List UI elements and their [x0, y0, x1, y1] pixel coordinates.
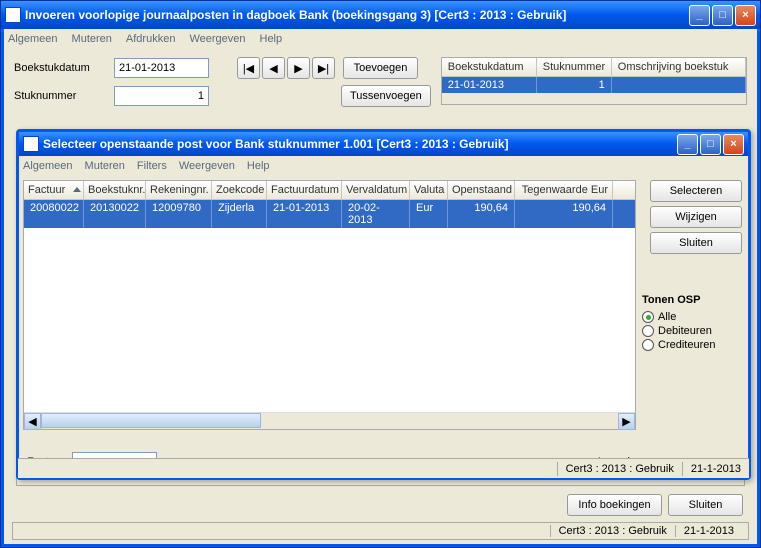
modal-menu-help[interactable]: Help [247, 160, 270, 172]
nav-prev-button[interactable]: ◀ [262, 57, 285, 79]
col-omschrijving[interactable]: Omschrijving boekstuk [612, 58, 746, 76]
col-vervaldatum[interactable]: Vervaldatum [342, 181, 410, 199]
col-stuknummer[interactable]: Stuknummer [537, 58, 612, 76]
modal-sluiten-button[interactable]: Sluiten [650, 232, 742, 254]
modal-statusbar: Cert3 : 2013 : Gebruik 21-1-2013 [18, 458, 749, 478]
grid-hscroll[interactable]: ◀ ▶ [24, 412, 635, 429]
menu-help[interactable]: Help [260, 33, 283, 45]
radio-icon [642, 325, 654, 337]
col-valuta[interactable]: Valuta [410, 181, 448, 199]
col-tegenwaarde[interactable]: Tegenwaarde Eur [515, 181, 613, 199]
radio-icon [642, 339, 654, 351]
col-boekstuknr[interactable]: Boekstuknr. [84, 181, 146, 199]
modal-titlebar: Selecteer openstaande post voor Bank stu… [19, 132, 748, 156]
sort-asc-icon [73, 187, 81, 192]
scroll-track[interactable] [41, 413, 618, 429]
main-statusbar: Cert3 : 2013 : Gebruik 21-1-2013 [12, 522, 749, 540]
osp-row[interactable]: 20080022 20130022 12009780 Zijderla 21-0… [24, 200, 635, 228]
minimize-button[interactable]: _ [689, 5, 710, 26]
app-icon [5, 7, 21, 23]
main-sluiten-button[interactable]: Sluiten [668, 494, 743, 516]
boekstuk-row[interactable]: 21-01-2013 1 [442, 77, 746, 93]
boekstukdatum-label: Boekstukdatum [14, 62, 106, 74]
nav-last-button[interactable]: ▶| [312, 57, 335, 79]
col-factuur[interactable]: Factuur [24, 181, 84, 199]
modal-app-icon [23, 136, 39, 152]
tonen-osp-group: Tonen OSP Alle Debiteuren Crediteuren [642, 294, 742, 352]
main-title: Invoeren voorlopige journaalposten in da… [25, 8, 689, 22]
toevoegen-button[interactable]: Toevoegen [343, 57, 418, 79]
modal-title: Selecteer openstaande post voor Bank stu… [43, 137, 677, 151]
boekstuk-grid: Boekstukdatum Stuknummer Omschrijving bo… [441, 57, 747, 105]
col-boekstukdatum[interactable]: Boekstukdatum [442, 58, 537, 76]
radio-alle[interactable]: Alle [642, 310, 742, 324]
modal-maximize-button[interactable]: □ [700, 134, 721, 155]
osp-grid: Factuur Boekstuknr. Rekeningnr. Zoekcode… [23, 180, 636, 430]
scroll-left-button[interactable]: ◀ [24, 413, 41, 430]
nav-next-button[interactable]: ▶ [287, 57, 310, 79]
scroll-thumb[interactable] [41, 413, 261, 428]
radio-icon [642, 311, 654, 323]
menu-algemeen[interactable]: Algemeen [8, 33, 58, 45]
scroll-right-button[interactable]: ▶ [618, 413, 635, 430]
modal-menu-muteren[interactable]: Muteren [85, 160, 125, 172]
selecteren-button[interactable]: Selecteren [650, 180, 742, 202]
main-window: Invoeren voorlopige journaalposten in da… [0, 0, 761, 548]
close-button[interactable]: × [735, 5, 756, 26]
tussenvoegen-button[interactable]: Tussenvoegen [341, 85, 431, 107]
col-rekeningnr[interactable]: Rekeningnr. [146, 181, 212, 199]
main-titlebar: Invoeren voorlopige journaalposten in da… [1, 1, 760, 29]
modal-close-button[interactable]: × [723, 134, 744, 155]
modal-menu-weergeven[interactable]: Weergeven [179, 160, 235, 172]
boekstukdatum-input[interactable] [114, 58, 209, 78]
menu-afdrukken[interactable]: Afdrukken [126, 33, 176, 45]
radio-debiteuren[interactable]: Debiteuren [642, 324, 742, 338]
stuknummer-label: Stuknummer [14, 90, 106, 102]
nav-first-button[interactable]: |◀ [237, 57, 260, 79]
modal-menubar: Algemeen Muteren Filters Weergeven Help [19, 156, 748, 176]
modal-menu-algemeen[interactable]: Algemeen [23, 160, 73, 172]
modal-menu-filters[interactable]: Filters [137, 160, 167, 172]
menu-weergeven[interactable]: Weergeven [189, 33, 245, 45]
main-menubar: Algemeen Muteren Afdrukken Weergeven Hel… [4, 29, 757, 49]
menu-muteren[interactable]: Muteren [72, 33, 112, 45]
select-osp-modal: Selecteer openstaande post voor Bank stu… [16, 129, 751, 480]
radio-crediteuren[interactable]: Crediteuren [642, 338, 742, 352]
modal-minimize-button[interactable]: _ [677, 134, 698, 155]
col-factuurdatum[interactable]: Factuurdatum [267, 181, 342, 199]
col-zoekcode[interactable]: Zoekcode [212, 181, 267, 199]
stuknummer-input[interactable] [114, 86, 209, 106]
col-openstaand[interactable]: Openstaand [448, 181, 515, 199]
wijzigen-button[interactable]: Wijzigen [650, 206, 742, 228]
info-boekingen-button[interactable]: Info boekingen [567, 494, 662, 516]
maximize-button[interactable]: □ [712, 5, 733, 26]
